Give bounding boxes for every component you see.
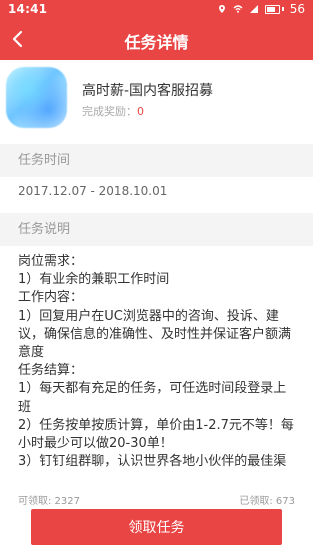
description-line: 1）有业余的兼职工作时间 [18,272,170,288]
description-line: 工作内容： [18,290,84,306]
task-description: 岗位需求： 1）有业余的兼职工作时间 工作内容： 1）回复用户在UC浏览器中的咨… [18,253,298,490]
battery-level: 56 [289,2,305,16]
description-line: 1）每天都有充足的任务，可任选时间段登录上班 [18,381,287,415]
claimed-count: 已领取: 673 [239,496,295,507]
battery-tip [281,7,284,11]
available-count: 可领取: 2327 [18,496,80,507]
description-line: 1）回复用户在UC浏览器中的咨询、投诉、建议，确保信息的准确性、及时性并保证客户… [18,308,292,361]
task-footer: 可领取: 2327 已领取: 673 领取任务 [0,470,313,556]
status-icons: 56 [217,2,305,16]
description-line: 岗位需求： [18,254,84,269]
navigation-bar: 任务详情 [0,20,313,60]
task-description-header: 任务说明 [0,213,313,246]
signal-icon [249,5,258,13]
task-time-value: 2017.12.07 - 2018.10.01 [18,184,168,198]
battery-body [264,4,280,14]
location-icon [218,5,225,13]
reward-value: 0 [137,105,144,118]
task-time-header: 任务时间 [0,144,313,177]
claim-task-button[interactable]: 领取任务 [31,509,282,545]
description-line: 2）任务按单按质计算，单价由1-2.7元不等！每小时最少可以做20-30单！ [18,417,294,452]
battery-icon [264,4,284,14]
task-summary: 高时薪-国内客服招募 完成奖励：0 [0,60,313,137]
page-title: 任务详情 [124,33,189,52]
reward-row: 完成奖励：0 [82,103,144,119]
description-line: 任务结算： [18,363,84,379]
task-name: 高时薪-国内客服招募 [82,83,214,99]
status-time: 14:41 [8,2,48,16]
top-header: 14:41 56 任务详情 [0,0,313,60]
status-bar: 14:41 56 [0,0,313,20]
task-avatar [6,67,67,128]
reward-label: 完成奖励： [82,105,137,118]
wifi-icon [233,5,243,13]
